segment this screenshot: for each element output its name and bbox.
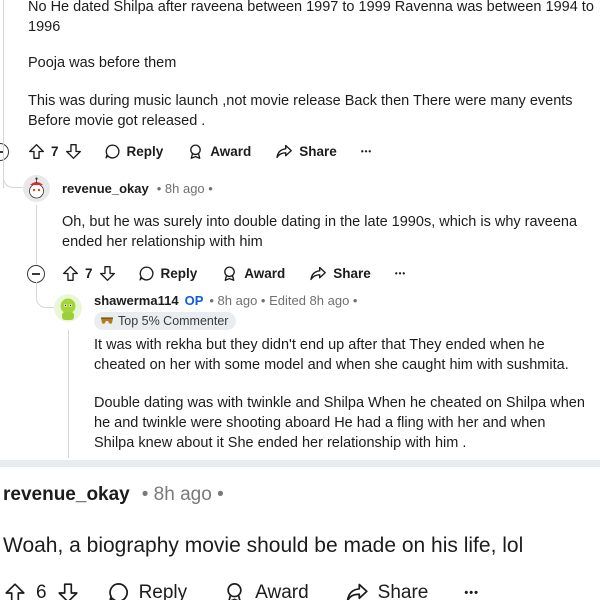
vote-count: 6 bbox=[36, 581, 47, 600]
zoomed-comment-panel: revenue_okay • 8h ago • Woah, a biograph… bbox=[0, 467, 600, 600]
reply-label: Reply bbox=[126, 144, 164, 159]
comment-body-line: Before movie got released . bbox=[28, 113, 206, 129]
comment-action-bar: 6 Reply Award Share ••• bbox=[4, 581, 479, 600]
award-button[interactable]: Award bbox=[221, 265, 285, 282]
sunglasses-icon bbox=[101, 317, 113, 324]
comment-action-bar: 7 Reply Award Share ••• bbox=[62, 265, 406, 282]
reply-label: Reply bbox=[138, 581, 188, 600]
upvote-icon[interactable] bbox=[4, 582, 26, 600]
comment-body-line: This was during music launch ,not movie … bbox=[28, 93, 573, 109]
award-icon bbox=[190, 144, 202, 159]
vote-control: 7 bbox=[62, 265, 116, 282]
thread-branch bbox=[3, 176, 23, 188]
collapse-minus-icon[interactable] bbox=[27, 265, 45, 283]
comment-body-line: Pooja was before them bbox=[28, 55, 177, 71]
share-arrow-icon bbox=[346, 583, 368, 600]
comment-body-line: No He dated Shilpa after raveena between… bbox=[28, 0, 594, 15]
reply-button[interactable]: Reply bbox=[107, 581, 188, 600]
share-arrow-icon bbox=[276, 144, 293, 159]
comment-thread-panel: No He dated Shilpa after raveena between… bbox=[0, 0, 600, 460]
more-options-button[interactable]: ••• bbox=[395, 269, 406, 278]
share-label: Share bbox=[377, 581, 429, 600]
share-button[interactable]: Share bbox=[345, 581, 429, 600]
comment-body-line: Double dating was with twinkle and Shilp… bbox=[94, 395, 585, 411]
comment-body-line: 1996 bbox=[28, 19, 61, 35]
vote-count: 7 bbox=[51, 144, 59, 159]
comment-body-line: ended her relationship with him bbox=[62, 234, 263, 250]
comment-action-bar: 7 Reply Award Share ••• bbox=[28, 143, 372, 160]
badge-label: Top 5% Commenter bbox=[118, 314, 229, 328]
author-name[interactable]: revenue_okay bbox=[62, 181, 149, 196]
more-options-button[interactable]: ••• bbox=[361, 147, 372, 156]
reply-button[interactable]: Reply bbox=[138, 265, 198, 282]
thread-line[interactable] bbox=[36, 205, 37, 265]
timestamp: • 8h ago • Edited 8h ago • bbox=[209, 293, 358, 308]
more-options-button[interactable]: ••• bbox=[464, 587, 479, 599]
op-badge: OP bbox=[184, 293, 204, 308]
comment-body-line: Oh, but he was surely into double dating… bbox=[62, 214, 578, 230]
comment-body-line: Shilpa knew about it She ended her relat… bbox=[94, 435, 467, 451]
timestamp: • 8h ago • bbox=[156, 181, 213, 196]
avatar[interactable] bbox=[54, 294, 82, 322]
award-label: Award bbox=[210, 144, 252, 159]
comment-header: revenue_okay • 8h ago • bbox=[62, 181, 213, 196]
comment-header: revenue_okay • 8h ago • bbox=[3, 484, 224, 506]
vote-count: 7 bbox=[85, 266, 93, 281]
reply-button[interactable]: Reply bbox=[104, 143, 164, 160]
share-button[interactable]: Share bbox=[275, 143, 337, 160]
thread-line[interactable] bbox=[68, 330, 69, 458]
share-button[interactable]: Share bbox=[309, 265, 371, 282]
award-icon bbox=[227, 583, 242, 600]
comment-body-line: cheated on her with some model and when … bbox=[94, 357, 569, 373]
screenshot-separator bbox=[0, 460, 600, 467]
comment-header: shawerma114 OP • 8h ago • Edited 8h ago … bbox=[94, 293, 357, 308]
thread-line[interactable] bbox=[3, 0, 4, 140]
share-label: Share bbox=[333, 266, 371, 281]
award-icon bbox=[224, 266, 236, 281]
author-name[interactable]: revenue_okay bbox=[3, 484, 130, 506]
downvote-icon[interactable] bbox=[99, 265, 116, 282]
comment-bubble-icon bbox=[104, 144, 120, 159]
award-button[interactable]: Award bbox=[223, 581, 309, 600]
top-commenter-badge: Top 5% Commenter bbox=[94, 312, 237, 330]
reply-label: Reply bbox=[160, 266, 198, 281]
comment-bubble-icon bbox=[138, 266, 154, 281]
downvote-icon[interactable] bbox=[57, 582, 79, 600]
downvote-icon[interactable] bbox=[65, 143, 82, 160]
comment-body-line: It was with rekha but they didn't end up… bbox=[94, 337, 545, 353]
share-arrow-icon bbox=[310, 266, 327, 281]
comment-body: Woah, a biography movie should be made o… bbox=[3, 534, 524, 557]
upvote-icon[interactable] bbox=[62, 265, 79, 282]
award-label: Award bbox=[244, 266, 286, 281]
timestamp: • 8h ago • bbox=[141, 484, 224, 505]
author-name[interactable]: shawerma114 bbox=[94, 293, 179, 308]
comment-bubble-icon bbox=[108, 583, 128, 600]
upvote-icon[interactable] bbox=[28, 143, 45, 160]
collapse-minus-icon[interactable] bbox=[0, 143, 9, 161]
thread-branch bbox=[36, 282, 56, 308]
award-button[interactable]: Award bbox=[187, 143, 251, 160]
avatar[interactable] bbox=[23, 175, 50, 202]
award-label: Award bbox=[255, 581, 309, 600]
vote-control: 6 bbox=[4, 582, 79, 600]
share-label: Share bbox=[299, 144, 337, 159]
comment-body-line: he and twinkle were shooting aboard He h… bbox=[94, 415, 546, 431]
vote-control: 7 bbox=[28, 143, 82, 160]
